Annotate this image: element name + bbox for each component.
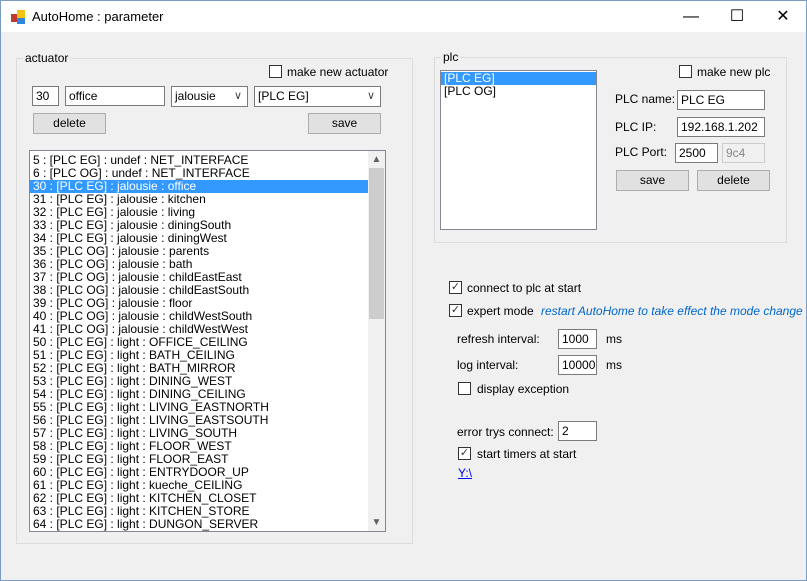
app-icon — [11, 10, 25, 24]
make-new-actuator-label: make new actuator — [287, 65, 389, 79]
maximize-button[interactable]: ☐ — [714, 1, 760, 32]
display-exception-checkbox[interactable] — [458, 382, 471, 395]
plc-delete-button[interactable]: delete — [697, 170, 770, 191]
log-interval-input[interactable]: 10000 — [558, 355, 597, 375]
parameter-window: AutoHome : parameter — ☐ ✕ actuator make… — [0, 0, 807, 581]
start-timers-checkbox[interactable]: ✓ — [458, 447, 471, 460]
make-new-plc-label: make new plc — [697, 65, 771, 79]
plc-list-item[interactable]: [PLC OG] — [441, 85, 596, 98]
title-bar: AutoHome : parameter — ☐ ✕ — [1, 1, 806, 32]
scroll-thumb[interactable] — [369, 168, 384, 319]
window-title: AutoHome : parameter — [32, 9, 164, 24]
actuator-plc-select[interactable]: [PLC EG] ∨ — [254, 86, 381, 107]
restart-note: restart AutoHome to take effect the mode… — [541, 304, 803, 318]
actuator-list-scrollbar[interactable]: ▲ ▼ — [368, 151, 385, 531]
error-trys-input[interactable]: 2 — [558, 421, 597, 441]
actuator-type-value: jalousie — [175, 89, 216, 103]
close-button[interactable]: ✕ — [760, 1, 806, 32]
minimize-button[interactable]: — — [668, 1, 714, 32]
chevron-down-icon: ∨ — [366, 90, 375, 102]
actuator-save-button[interactable]: save — [308, 113, 381, 134]
actuator-id-input[interactable]: 30 — [32, 86, 59, 106]
make-new-plc-checkbox[interactable] — [679, 65, 692, 78]
actuator-name-input[interactable]: office — [65, 86, 165, 106]
chevron-down-icon: ∨ — [233, 90, 242, 102]
actuator-plc-value: [PLC EG] — [258, 89, 309, 103]
scroll-up-arrow-icon[interactable]: ▲ — [368, 151, 385, 168]
connect-at-start-label: connect to plc at start — [467, 281, 582, 295]
refresh-interval-label: refresh interval: — [457, 332, 540, 346]
scroll-down-arrow-icon[interactable]: ▼ — [368, 514, 385, 531]
plc-ip-input[interactable]: 192.168.1.202 — [677, 117, 765, 137]
refresh-interval-input[interactable]: 1000 — [558, 329, 597, 349]
actuator-group-label: actuator — [23, 51, 71, 65]
path-link[interactable]: Y:\ — [458, 466, 472, 480]
refresh-unit: ms — [606, 332, 622, 346]
display-exception-label: display exception — [477, 382, 570, 396]
log-interval-label: log interval: — [457, 358, 519, 372]
plc-name-label: PLC name: — [615, 92, 676, 106]
actuator-list[interactable]: 5 : [PLC EG] : undef : NET_INTERFACE 6 : … — [29, 150, 386, 532]
plc-port-input[interactable]: 2500 — [675, 143, 718, 163]
plc-port-hex-display: 9c4 — [722, 143, 765, 163]
actuator-type-select[interactable]: jalousie ∨ — [171, 86, 248, 107]
plc-name-input[interactable]: PLC EG — [677, 90, 765, 110]
plc-port-label: PLC Port: — [615, 145, 668, 159]
plc-ip-label: PLC IP: — [615, 120, 657, 134]
error-trys-label: error trys connect: — [457, 425, 554, 439]
expert-mode-checkbox[interactable]: ✓ — [449, 304, 462, 317]
expert-mode-label: expert mode — [467, 304, 534, 318]
list-item[interactable]: 64 : [PLC EG] : light : DUNGON_SERVER — [30, 518, 368, 531]
make-new-actuator-checkbox[interactable] — [269, 65, 282, 78]
log-unit: ms — [606, 358, 622, 372]
plc-save-button[interactable]: save — [616, 170, 689, 191]
plc-list[interactable]: [PLC EG] [PLC OG] — [440, 70, 597, 230]
actuator-delete-button[interactable]: delete — [33, 113, 106, 134]
connect-at-start-checkbox[interactable]: ✓ — [449, 281, 462, 294]
plc-group-label: plc — [441, 50, 461, 64]
start-timers-label: start timers at start — [477, 447, 577, 461]
